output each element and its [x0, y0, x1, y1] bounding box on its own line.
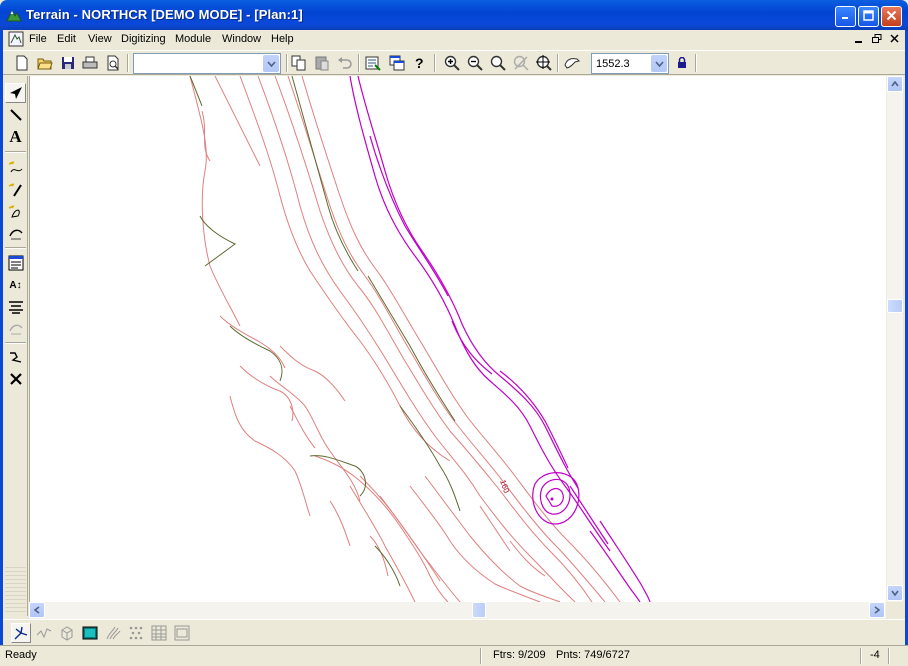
report-icon[interactable] — [172, 623, 192, 643]
svg-text:?: ? — [415, 55, 424, 71]
contour-modify-icon[interactable] — [5, 224, 26, 244]
chevron-down-icon[interactable] — [651, 55, 667, 72]
select-arrow-icon[interactable] — [5, 83, 26, 103]
delete-x-icon[interactable] — [5, 369, 26, 389]
mdi-restore-button[interactable] — [869, 32, 885, 46]
properties-icon[interactable] — [363, 54, 383, 72]
scale-combo[interactable]: 1552.3 — [591, 53, 669, 74]
status-features: Ftrs: 9/209 — [493, 649, 546, 661]
horizontal-scroll-thumb[interactable] — [472, 602, 486, 618]
zoom-in-icon[interactable] — [442, 54, 462, 72]
toolbox-separator — [5, 342, 26, 344]
grid-table-icon[interactable] — [149, 623, 169, 643]
scroll-right-button[interactable] — [869, 602, 885, 618]
paste-icon[interactable] — [312, 54, 332, 72]
print-preview-icon[interactable] — [103, 54, 123, 72]
line-tool-icon[interactable] — [5, 105, 26, 125]
menu-digitizing[interactable]: Digitizing — [121, 33, 166, 45]
zoom-out-icon[interactable] — [465, 54, 485, 72]
vertical-scrollbar[interactable] — [886, 76, 903, 602]
left-toolbox: A A↕ — [3, 76, 28, 616]
toolbar-separator — [434, 54, 436, 72]
map-canvas[interactable]: 160 — [29, 76, 886, 602]
open-icon[interactable] — [35, 54, 55, 72]
contour-point-icon[interactable] — [5, 202, 26, 222]
horizontal-scrollbar[interactable] — [29, 602, 886, 619]
menu-view[interactable]: View — [88, 33, 112, 45]
text-tool-icon[interactable]: A — [5, 127, 26, 147]
surface-view-icon[interactable] — [80, 623, 100, 643]
align-tool-icon[interactable] — [5, 297, 26, 317]
new-icon[interactable] — [12, 54, 32, 72]
zoom-extents-icon[interactable] — [534, 54, 554, 72]
break-line-icon[interactable] — [5, 347, 26, 367]
status-separator — [888, 648, 890, 664]
new-contour-icon[interactable] — [5, 158, 26, 178]
close-button[interactable] — [881, 6, 902, 27]
toolbar-separator — [286, 54, 288, 72]
menu-edit[interactable]: Edit — [57, 33, 76, 45]
menu-module[interactable]: Module — [175, 33, 211, 45]
menu-bar: File Edit View Digitizing Module Window … — [3, 30, 905, 49]
scale-value: 1552.3 — [596, 58, 630, 70]
scroll-down-button[interactable] — [887, 585, 903, 601]
network-icon[interactable] — [11, 623, 31, 643]
toolbar-separator — [557, 54, 559, 72]
toolbox-separator — [5, 247, 26, 249]
menu-file[interactable]: File — [29, 33, 47, 45]
mdi-minimize-button[interactable] — [851, 32, 867, 46]
feature-properties-icon[interactable] — [5, 253, 26, 273]
vertical-scroll-thumb[interactable] — [887, 299, 903, 313]
layer-combo[interactable] — [133, 53, 281, 74]
label-tool-icon[interactable]: A↕ — [5, 275, 26, 295]
points-icon[interactable] — [126, 623, 146, 643]
maximize-icon — [863, 9, 874, 24]
window-icon[interactable] — [387, 54, 407, 72]
copy-icon[interactable] — [289, 54, 309, 72]
disabled-tool-icon[interactable] — [5, 319, 26, 339]
undo-icon[interactable] — [335, 54, 355, 72]
title-bar: Terrain - NORTHCR [DEMO MODE] - [Plan:1] — [0, 0, 908, 30]
scroll-up-button[interactable] — [887, 76, 903, 92]
zoom-disabled-icon[interactable] — [511, 54, 531, 72]
scrollbar-corner — [886, 602, 903, 619]
print-icon[interactable] — [80, 54, 100, 72]
status-separator — [860, 648, 862, 664]
status-separator — [480, 648, 482, 664]
terrain-app-icon — [6, 7, 22, 26]
mdi-close-button[interactable] — [887, 32, 903, 46]
status-bar: Ready Ftrs: 9/209 Pnts: 749/6727 -4 — [0, 645, 908, 666]
toolbox-grip — [5, 564, 26, 614]
document-icon[interactable] — [8, 31, 24, 47]
toolbox-separator — [5, 151, 26, 153]
toolbar-separator — [358, 54, 360, 72]
status-ready: Ready — [5, 649, 37, 661]
close-icon — [886, 10, 897, 24]
scroll-left-button[interactable] — [29, 602, 45, 618]
menu-window[interactable]: Window — [222, 33, 261, 45]
maximize-button[interactable] — [858, 6, 879, 27]
toolbar-separator — [695, 54, 697, 72]
lock-icon[interactable] — [672, 54, 692, 72]
status-coordinate: -4 — [870, 649, 880, 661]
contour-elevation-label: 160 — [498, 479, 511, 495]
contours-icon[interactable] — [103, 623, 123, 643]
zoom-icon[interactable] — [488, 54, 508, 72]
minimize-button[interactable] — [835, 6, 856, 27]
help-icon[interactable]: ? — [410, 54, 430, 72]
pan-icon[interactable] — [562, 54, 582, 72]
profile-icon[interactable] — [34, 623, 54, 643]
window-title: Terrain - NORTHCR [DEMO MODE] - [Plan:1] — [26, 7, 303, 22]
bottom-toolbar — [3, 619, 905, 645]
status-points: Pnts: 749/6727 — [556, 649, 631, 661]
toolbar-separator — [127, 54, 129, 72]
edit-contour-icon[interactable] — [5, 180, 26, 200]
main-toolbar: ? 1552.3 — [3, 50, 905, 75]
chevron-down-icon[interactable] — [263, 55, 279, 72]
menu-help[interactable]: Help — [271, 33, 294, 45]
minimize-icon — [840, 10, 851, 24]
cube-icon[interactable] — [57, 623, 77, 643]
save-icon[interactable] — [58, 54, 78, 72]
